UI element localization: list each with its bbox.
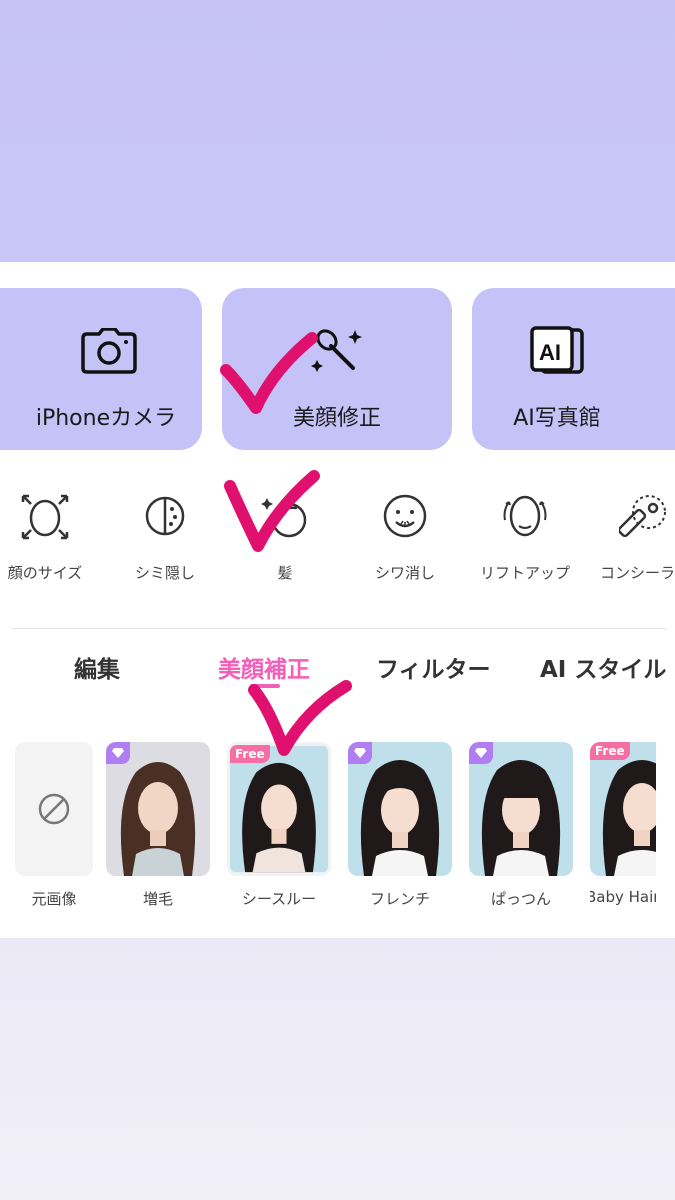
vip-badge [469,742,493,764]
card-label: AI写真館 [513,406,601,431]
tool-label: シミ隠し [134,564,195,582]
camera-icon [79,326,139,376]
tool-label: 髪 [277,564,293,582]
tool-hair[interactable]: 髪 [230,488,340,583]
free-badge: Free [230,745,270,763]
section-divider [12,628,667,629]
preset-hair-volume[interactable] [106,742,210,876]
preset-see-through[interactable]: Free [227,742,331,876]
vip-badge [106,742,130,764]
preset-label: ぱっつん [490,890,551,908]
preset-label: 増毛 [142,890,173,908]
tab-filter[interactable]: フィルター [376,650,491,684]
tab-edit[interactable]: 編集 [74,650,120,684]
vip-badge [348,742,372,764]
portrait-thumbnail [230,745,328,873]
tool-label: リフトアップ [479,564,570,582]
preset-overflow-clip: Free Baby Hair [590,740,656,920]
beauty-retouch-card[interactable]: 美顔修正 [222,288,452,450]
concealer-icon [617,488,673,544]
tool-label: 顔のサイズ [7,564,83,582]
top-banner-area [0,0,675,262]
iphone-camera-card[interactable]: iPhoneカメラ [0,288,202,450]
free-badge: Free [590,742,630,760]
preset-baby-hair[interactable]: Free [590,742,656,876]
magic-wand-icon [307,326,367,376]
tool-face-size[interactable]: 顔のサイズ [0,488,100,583]
tool-label: コンシーラー [599,564,675,582]
preset-label: Baby Hair [590,888,656,906]
card-label: iPhoneカメラ [35,406,177,431]
preset-label: フレンチ [369,890,430,908]
tool-lift-up[interactable]: リフトアップ [470,488,580,583]
hair-icon [257,488,313,544]
preset-blunt-bangs[interactable] [469,742,573,876]
tab-ai-style[interactable]: AI スタイル [540,650,666,684]
preset-label: シースルー [241,890,317,908]
face-size-icon [17,488,73,544]
portrait-thumbnail [590,742,656,876]
ai-photo-studio-card[interactable]: AI AI写真館 [472,288,675,450]
tool-spot-conceal[interactable]: シミ隠し [110,488,220,583]
no-effect-icon [38,793,70,825]
tool-wrinkle-remove[interactable]: シワ消し [350,488,460,583]
wrinkle-remove-icon [377,488,433,544]
bottom-area [0,938,675,1200]
preset-original[interactable] [15,742,93,876]
tool-concealer[interactable]: コンシーラー [590,488,675,583]
svg-text:AI: AI [539,340,561,365]
ai-photo-icon: AI [527,326,587,376]
tab-beauty-correction[interactable]: 美顔補正 [218,650,310,684]
active-tab-indicator [250,684,280,688]
card-label: 美顔修正 [292,406,381,431]
lift-up-icon [497,488,553,544]
tool-label: シワ消し [374,564,435,582]
preset-french[interactable] [348,742,452,876]
spot-conceal-icon [137,488,193,544]
